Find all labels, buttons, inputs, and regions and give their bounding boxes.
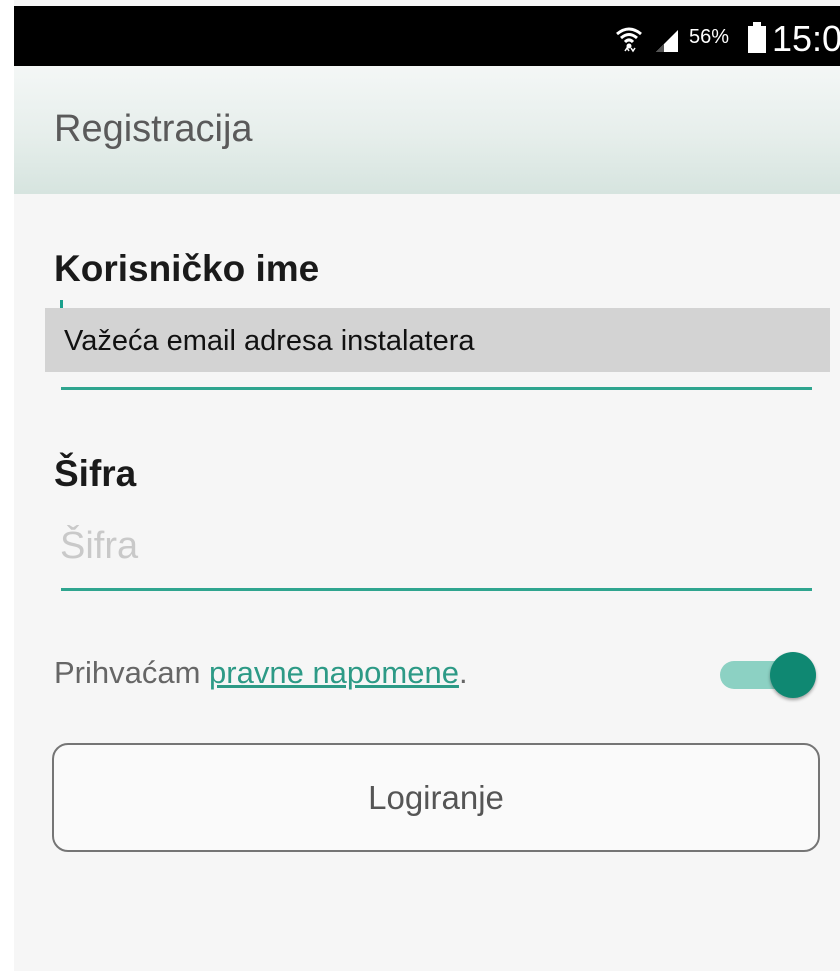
login-button[interactable]: Logiranje xyxy=(52,743,820,852)
terms-suffix: . xyxy=(458,655,468,690)
status-bar: 56% 15:01 xyxy=(14,6,840,66)
wifi-icon xyxy=(614,24,644,59)
username-underline xyxy=(61,387,812,390)
clock: 15:01 xyxy=(772,18,840,59)
username-hint-tooltip: Važeća email adresa instalatera xyxy=(45,308,830,372)
password-input[interactable] xyxy=(60,518,812,574)
terms-prefix: Prihvaćam xyxy=(54,655,210,690)
page-title: Registracija xyxy=(54,108,253,150)
accept-terms-toggle[interactable] xyxy=(720,649,816,701)
battery-percent: 56% xyxy=(689,26,730,48)
legal-notices-link[interactable]: pravne napomene xyxy=(209,655,459,690)
password-label: Šifra xyxy=(54,453,137,494)
battery-icon xyxy=(747,22,767,59)
signal-icon xyxy=(654,28,680,59)
screen: 56% 15:01 Registracija Korisničko ime Va… xyxy=(14,0,840,971)
toggle-thumb xyxy=(770,652,816,698)
password-underline xyxy=(61,588,812,591)
terms-text: Prihvaćam pravne napomene. xyxy=(54,655,468,691)
app-header: Registracija xyxy=(14,66,840,194)
username-label: Korisničko ime xyxy=(54,248,320,289)
